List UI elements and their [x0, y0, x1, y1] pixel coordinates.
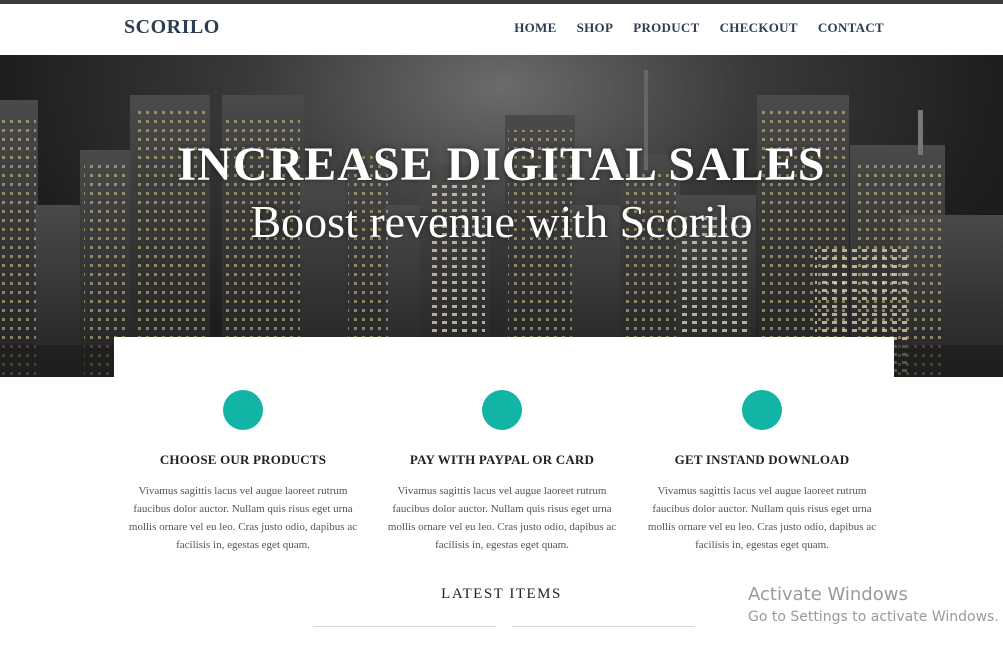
- feature-text: Vivamus sagittis lacus vel augue laoreet…: [647, 485, 877, 551]
- feature-choose-products: CHOOSE OUR PRODUCTS Vivamus sagittis lac…: [113, 390, 373, 554]
- feature-circle-icon: [223, 390, 263, 430]
- activate-windows-watermark: Activate Windows Go to Settings to activ…: [748, 584, 999, 625]
- feature-title: CHOOSE OUR PRODUCTS: [159, 452, 327, 467]
- feature-circle-icon: [742, 390, 782, 430]
- nav-contact[interactable]: CONTACT: [818, 20, 884, 36]
- brand-logo[interactable]: SCORILO: [124, 16, 220, 39]
- watermark-subtitle: Go to Settings to activate Windows.: [748, 609, 999, 625]
- nav-home[interactable]: HOME: [514, 20, 556, 36]
- navbar: SCORILO HOME SHOP PRODUCT CHECKOUT CONTA…: [0, 4, 1003, 55]
- divider-left: [313, 626, 496, 627]
- divider-right: [512, 626, 695, 627]
- feature-download: GET INSTAND DOWNLOAD Vivamus sagittis la…: [632, 390, 892, 554]
- hero-banner: INCREASE DIGITAL SALES Boost revenue wit…: [0, 55, 1003, 377]
- feature-circle-icon: [482, 390, 522, 430]
- watermark-title: Activate Windows: [748, 584, 908, 605]
- feature-text: Vivamus sagittis lacus vel augue laoreet…: [387, 485, 617, 551]
- hero-subtitle: Boost revenue with Scorilo: [250, 196, 753, 247]
- hero-title: INCREASE DIGITAL SALES: [177, 138, 826, 191]
- nav-checkout[interactable]: CHECKOUT: [720, 20, 798, 36]
- feature-title: PAY WITH PAYPAL OR CARD: [409, 452, 595, 467]
- main-nav: HOME SHOP PRODUCT CHECKOUT CONTACT: [514, 20, 884, 36]
- nav-product[interactable]: PRODUCT: [633, 20, 699, 36]
- feature-pay: PAY WITH PAYPAL OR CARD Vivamus sagittis…: [372, 390, 632, 554]
- nav-shop[interactable]: SHOP: [577, 20, 614, 36]
- feature-title: GET INSTAND DOWNLOAD: [674, 452, 850, 467]
- feature-text: Vivamus sagittis lacus vel augue laoreet…: [128, 485, 358, 551]
